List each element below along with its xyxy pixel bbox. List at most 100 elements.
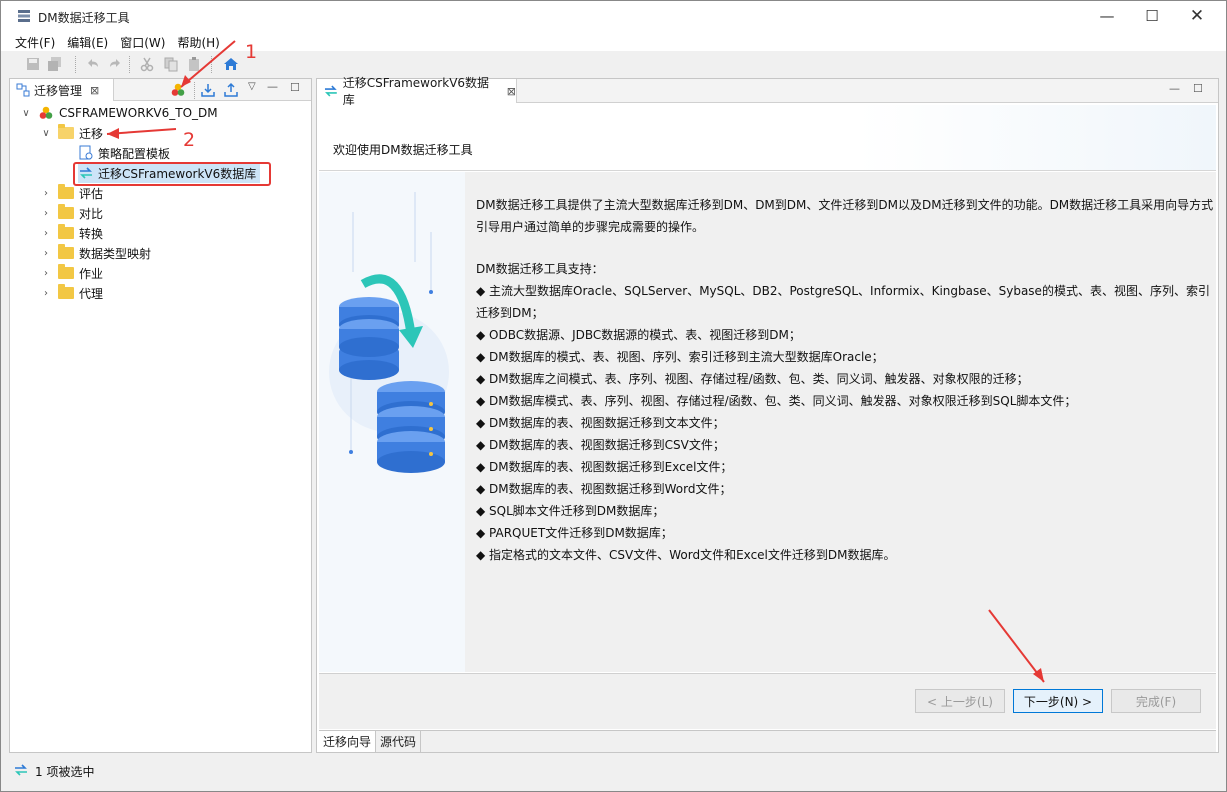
- tab-close-icon[interactable]: ⊠: [90, 84, 99, 97]
- tree-item-migration[interactable]: ∨ 迁移: [40, 123, 103, 143]
- menu-file[interactable]: 文件(F): [15, 31, 55, 51]
- support-item: ◆ DM数据库的表、视图数据迁移到Word文件；: [476, 482, 732, 496]
- cut-icon[interactable]: [139, 56, 155, 72]
- close-button[interactable]: ✕: [1174, 1, 1220, 31]
- menu-edit[interactable]: 编辑(E): [67, 31, 108, 51]
- menu-bar: 文件(F) 编辑(E) 窗口(W) 帮助(H): [1, 31, 1226, 51]
- support-item: ◆ DM数据库的表、视图数据迁移到Excel文件；: [476, 460, 733, 474]
- tree-item-agent[interactable]: › 代理: [40, 283, 103, 303]
- export-icon[interactable]: [223, 82, 239, 98]
- tree-item-compare[interactable]: › 对比: [40, 203, 103, 223]
- chevron-right-icon[interactable]: ›: [40, 268, 52, 279]
- folder-icon: [58, 264, 74, 279]
- chevron-right-icon[interactable]: ›: [40, 288, 52, 299]
- wizard-footer: < 上一步(L) 下一步(N) > 完成(F): [319, 673, 1216, 729]
- save-all-icon[interactable]: [47, 56, 63, 72]
- tree-item-label: 作业: [79, 266, 104, 281]
- minimize-view-icon[interactable]: —: [1169, 82, 1180, 95]
- left-tab-bar: 迁移管理 ⊠ ▽ — ☐: [10, 79, 311, 101]
- minimize-view-icon[interactable]: —: [267, 80, 278, 93]
- tab-close-icon[interactable]: ⊠: [507, 85, 516, 98]
- tree-item-type-mapping[interactable]: › 数据类型映射: [40, 243, 151, 263]
- tab-migration-manager[interactable]: 迁移管理 ⊠: [10, 79, 114, 101]
- tree-item-label: 代理: [79, 286, 104, 301]
- save-icon[interactable]: [25, 56, 41, 72]
- chevron-down-icon[interactable]: ∨: [40, 128, 52, 139]
- window-title: DM数据迁移工具: [38, 11, 130, 25]
- support-item: ◆ 主流大型数据库Oracle、SQLServer、MySQL、DB2、Post…: [476, 284, 1210, 320]
- toolbar-separator: [194, 82, 195, 99]
- maximize-view-icon[interactable]: ☐: [290, 81, 300, 94]
- import-icon[interactable]: [200, 82, 216, 98]
- tree-item-convert[interactable]: › 转换: [40, 223, 103, 243]
- tab-migrate-csframework[interactable]: 迁移CSFrameworkV6数据库 ⊠: [317, 76, 517, 107]
- migration-manager-icon: [16, 83, 30, 97]
- undo-icon[interactable]: [85, 56, 101, 72]
- intro-text: DM数据迁移工具提供了主流大型数据库迁移到DM、DM到DM、文件迁移到DM以及D…: [476, 198, 1214, 234]
- support-item: ◆ DM数据库的表、视图数据迁移到文本文件；: [476, 416, 725, 430]
- copy-icon[interactable]: [163, 56, 179, 72]
- status-bar: 1 项被选中: [1, 758, 1226, 782]
- migration-manager-panel: 迁移管理 ⊠ ▽ — ☐ ∨ CSFRAMEWORKV6_TO_DM ∨ 迁移 …: [9, 78, 312, 753]
- wizard-title: 欢迎使用DM数据迁移工具: [333, 143, 473, 157]
- bottom-tab-bar: 迁移向导 源代码: [319, 730, 1216, 752]
- folder-icon: [58, 224, 74, 239]
- template-icon: [79, 145, 93, 160]
- migrate-arrows-icon: [15, 764, 27, 776]
- status-text: 1 项被选中: [35, 765, 95, 779]
- next-button[interactable]: 下一步(N) >: [1013, 689, 1103, 713]
- title-bar: DM数据迁移工具 — ☐ ✕: [1, 1, 1226, 31]
- tab-source-code[interactable]: 源代码: [376, 731, 422, 752]
- support-item: ◆ DM数据库模式、表、序列、视图、存储过程/函数、包、类、同义词、触发器、对象…: [476, 394, 1077, 408]
- tree-item-strategy-template[interactable]: 策略配置模板: [78, 143, 170, 163]
- tree-root[interactable]: ∨ CSFRAMEWORKV6_TO_DM: [20, 103, 218, 123]
- tree-item-assess[interactable]: › 评估: [40, 183, 103, 203]
- chevron-right-icon[interactable]: ›: [40, 208, 52, 219]
- database-icon: [329, 192, 449, 473]
- maximize-view-icon[interactable]: ☐: [1193, 82, 1203, 95]
- tree-item-label: 对比: [79, 206, 104, 221]
- folder-icon: [58, 184, 74, 199]
- support-item: ◆ SQL脚本文件迁移到DM数据库；: [476, 504, 665, 518]
- tree-item-label: 转换: [79, 226, 104, 241]
- tree-item-label: 策略配置模板: [98, 146, 171, 161]
- support-item: ◆ DM数据库的表、视图数据迁移到CSV文件；: [476, 438, 725, 452]
- tree-item-job[interactable]: › 作业: [40, 263, 103, 283]
- tab-label: 迁移CSFrameworkV6数据库: [342, 76, 490, 107]
- tree-item-label: 数据类型映射: [79, 246, 152, 261]
- folder-icon: [58, 284, 74, 299]
- editor-tab-bar: 迁移CSFrameworkV6数据库 ⊠ — ☐: [317, 76, 1218, 107]
- tree-root-label: CSFRAMEWORKV6_TO_DM: [59, 106, 218, 120]
- tree-item-label: 评估: [79, 186, 104, 201]
- finish-button[interactable]: 完成(F): [1111, 689, 1201, 713]
- tab-migration-wizard[interactable]: 迁移向导: [319, 731, 377, 752]
- support-item: ◆ 指定格式的文本文件、CSV文件、Word文件和Excel文件迁移到DM数据库…: [476, 548, 896, 562]
- chevron-right-icon[interactable]: ›: [40, 228, 52, 239]
- minimize-button[interactable]: —: [1084, 1, 1130, 31]
- database-migration-illustration: [319, 172, 465, 672]
- chevron-right-icon[interactable]: ›: [40, 248, 52, 259]
- maximize-button[interactable]: ☐: [1129, 1, 1175, 31]
- menu-window[interactable]: 窗口(W): [120, 31, 165, 51]
- new-project-icon[interactable]: [170, 82, 186, 98]
- chevron-right-icon[interactable]: ›: [40, 188, 52, 199]
- view-menu-icon[interactable]: ▽: [248, 81, 256, 92]
- project-icon: [39, 106, 53, 119]
- toolbar-separator: [211, 56, 212, 73]
- wizard-header: 欢迎使用DM数据迁移工具: [319, 105, 1216, 171]
- menu-help[interactable]: 帮助(H): [177, 31, 219, 51]
- toolbar-separator: [75, 56, 76, 73]
- chevron-down-icon[interactable]: ∨: [20, 108, 32, 119]
- toolbar: [1, 51, 1226, 78]
- support-item: ◆ DM数据库的模式、表、视图、序列、索引迁移到主流大型数据库Oracle；: [476, 350, 884, 364]
- folder-icon: [58, 204, 74, 219]
- home-icon[interactable]: [223, 56, 239, 72]
- back-button[interactable]: < 上一步(L): [915, 689, 1005, 713]
- wizard-body: DM数据迁移工具提供了主流大型数据库迁移到DM、DM到DM、文件迁移到DM以及D…: [319, 172, 1216, 672]
- support-heading: DM数据迁移工具支持：: [476, 262, 604, 276]
- paste-icon[interactable]: [186, 56, 202, 72]
- annotation-number-1: 1: [245, 41, 258, 63]
- support-item: ◆ PARQUET文件迁移到DM数据库；: [476, 526, 673, 540]
- annotation-number-2: 2: [183, 129, 196, 151]
- redo-icon[interactable]: [107, 56, 123, 72]
